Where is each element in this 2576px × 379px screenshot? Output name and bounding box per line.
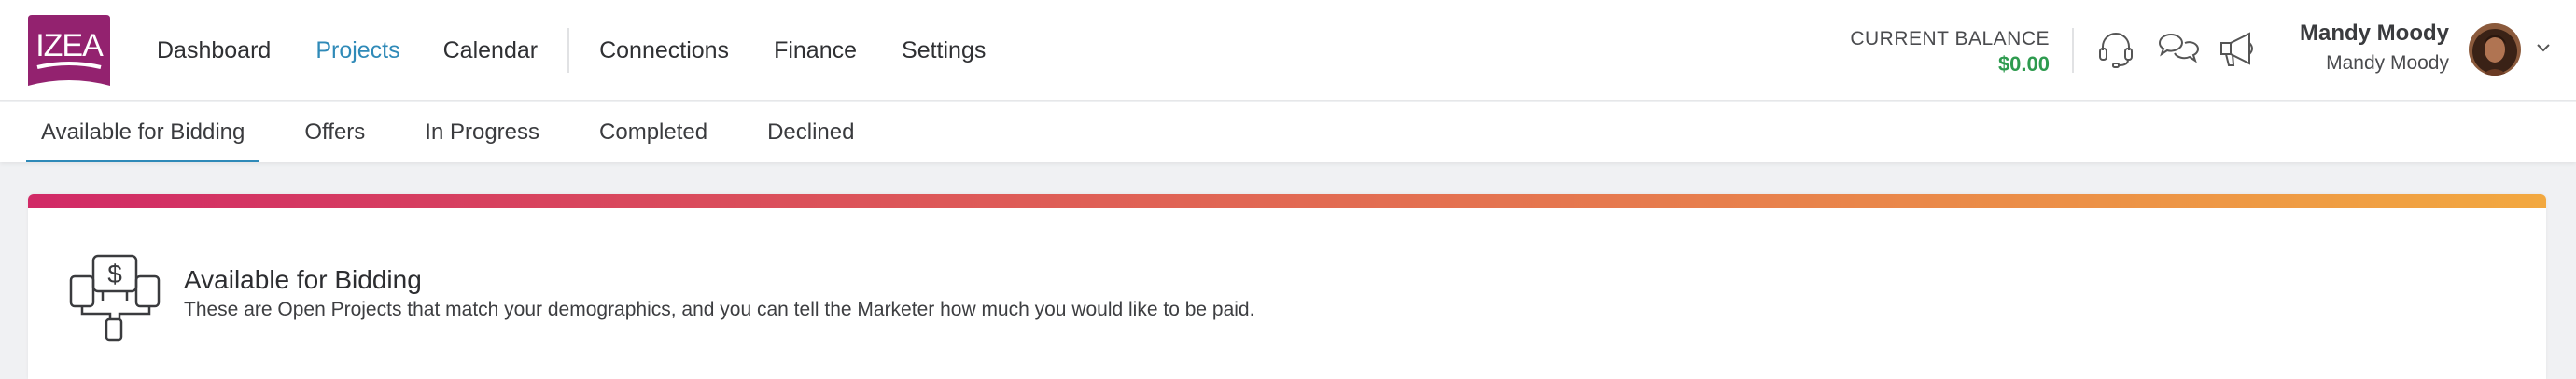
avatar[interactable]: [2469, 23, 2521, 76]
user-name: Mandy Moody: [2300, 21, 2449, 46]
megaphone-icon[interactable]: [2218, 28, 2261, 71]
header-divider: [2072, 28, 2074, 73]
svg-text:IZEA: IZEA: [35, 28, 104, 63]
tab-in-progress[interactable]: In Progress: [410, 102, 554, 162]
project-subnav: Available for Bidding Offers In Progress…: [0, 102, 2576, 162]
tab-completed[interactable]: Completed: [584, 102, 722, 162]
nav-divider: [567, 28, 570, 73]
chat-icon[interactable]: [2156, 28, 2199, 71]
balance-label: CURRENT BALANCE: [1850, 28, 2050, 49]
bidding-dollar-icon: $: [69, 254, 161, 342]
tab-offers[interactable]: Offers: [289, 102, 380, 162]
chevron-down-icon[interactable]: [2535, 39, 2552, 56]
nav-connections[interactable]: Connections: [599, 37, 729, 64]
main-nav: Dashboard Projects Calendar Connections …: [157, 0, 986, 101]
card-title: Available for Bidding: [184, 265, 422, 294]
user-account-name: Mandy Moody: [2326, 52, 2449, 74]
balance-value: $0.00: [1997, 52, 2050, 76]
user-menu[interactable]: Mandy Moody Mandy Moody: [2300, 21, 2449, 75]
svg-text:$: $: [107, 260, 122, 288]
card-gradient-stripe: [28, 194, 2546, 208]
nav-settings[interactable]: Settings: [902, 37, 986, 64]
nav-finance[interactable]: Finance: [774, 37, 857, 64]
nav-calendar[interactable]: Calendar: [443, 37, 538, 64]
tab-declined[interactable]: Declined: [752, 102, 869, 162]
nav-projects[interactable]: Projects: [315, 37, 399, 64]
headset-icon[interactable]: [2094, 28, 2137, 71]
top-header: IZEA Dashboard Projects Calendar Connect…: [0, 0, 2576, 101]
current-balance[interactable]: CURRENT BALANCE $0.00: [1850, 28, 2050, 77]
bidding-info-card: $ Available for Bidding These are Open P…: [28, 194, 2546, 379]
card-description: These are Open Projects that match your …: [184, 299, 1255, 320]
izea-logo[interactable]: IZEA: [26, 13, 112, 88]
nav-dashboard[interactable]: Dashboard: [157, 37, 271, 64]
tab-available-for-bidding[interactable]: Available for Bidding: [26, 102, 260, 162]
